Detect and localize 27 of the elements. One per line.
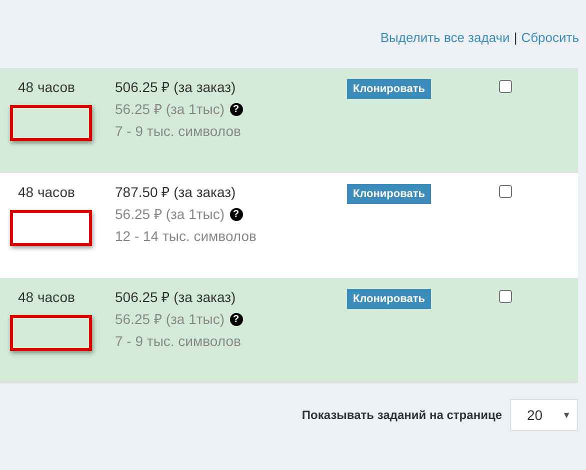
caret-icon: ▼	[562, 410, 571, 420]
price-text: 506.25 ₽ (за заказ)	[115, 288, 237, 307]
volume-text: 7 - 9 тыс. символов	[115, 332, 242, 351]
help-icon[interactable]: ?	[230, 103, 242, 116]
select-all-link[interactable]: Выделить все задачи	[380, 30, 510, 45]
help-icon[interactable]: ?	[230, 208, 242, 221]
task-checkbox[interactable]	[499, 290, 512, 303]
task-checkbox[interactable]	[499, 80, 512, 93]
rate-text: 56.25 ₽ (за 1тыс)	[115, 100, 224, 119]
price-text: 787.50 ₽ (за заказ)	[115, 183, 237, 202]
deadline-text: 48 часов	[18, 183, 76, 202]
task-checkbox[interactable]	[499, 185, 512, 198]
reset-link[interactable]: Сбросить	[521, 30, 579, 45]
clone-button[interactable]: Клонировать	[347, 184, 432, 204]
clone-button[interactable]: Клонировать	[347, 79, 432, 99]
deadline-text: 48 часов	[18, 78, 76, 97]
deadline-text: 48 часов	[18, 288, 76, 307]
per-page-select[interactable]: 20 ▼	[510, 399, 578, 431]
price-text: 506.25 ₽ (за заказ)	[115, 78, 237, 97]
rate-text: 56.25 ₽ (за 1тыс)	[115, 205, 224, 224]
per-page-label: Показывать заданий на странице	[302, 408, 502, 422]
help-icon[interactable]: ?	[230, 313, 242, 326]
volume-text: 12 - 14 тыс. символов	[115, 227, 258, 246]
clone-button[interactable]: Клонировать	[347, 289, 432, 309]
separator: |	[514, 30, 518, 45]
rate-text: 56.25 ₽ (за 1тыс)	[115, 310, 224, 329]
volume-text: 7 - 9 тыс. символов	[115, 122, 242, 141]
